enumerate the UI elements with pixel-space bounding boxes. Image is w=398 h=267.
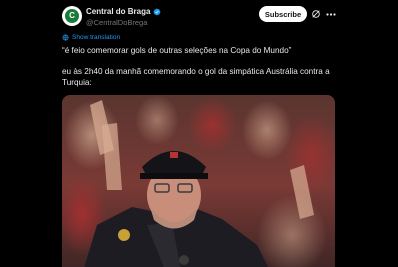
- video-thumbnail: [62, 95, 335, 267]
- grok-icon[interactable]: [311, 9, 321, 19]
- display-name-row: Central do Braga: [86, 6, 161, 17]
- tweet: C Central do Braga @CentralDoBrega Subsc…: [0, 0, 398, 267]
- tweet-body-line: eu às 2h40 da manhã comemorando o gol da…: [62, 67, 330, 87]
- show-translation-link[interactable]: Show translation: [72, 33, 120, 42]
- tweet-quote-line: “é feio comemorar gols de outras seleçõe…: [62, 46, 292, 55]
- tweet-media[interactable]: [62, 95, 335, 267]
- avatar-letter: C: [69, 11, 75, 20]
- author-block: Central do Braga @CentralDoBrega: [86, 6, 161, 28]
- more-options-icon[interactable]: [325, 8, 337, 20]
- show-translation[interactable]: Show translation: [62, 33, 120, 42]
- display-name[interactable]: Central do Braga: [86, 6, 150, 17]
- translate-icon: [62, 34, 69, 41]
- avatar[interactable]: C: [62, 6, 82, 26]
- handle[interactable]: @CentralDoBrega: [86, 17, 161, 28]
- subscribe-button[interactable]: Subscribe: [259, 6, 307, 22]
- verified-badge-icon: [154, 8, 161, 15]
- avatar-logo: C: [65, 9, 79, 23]
